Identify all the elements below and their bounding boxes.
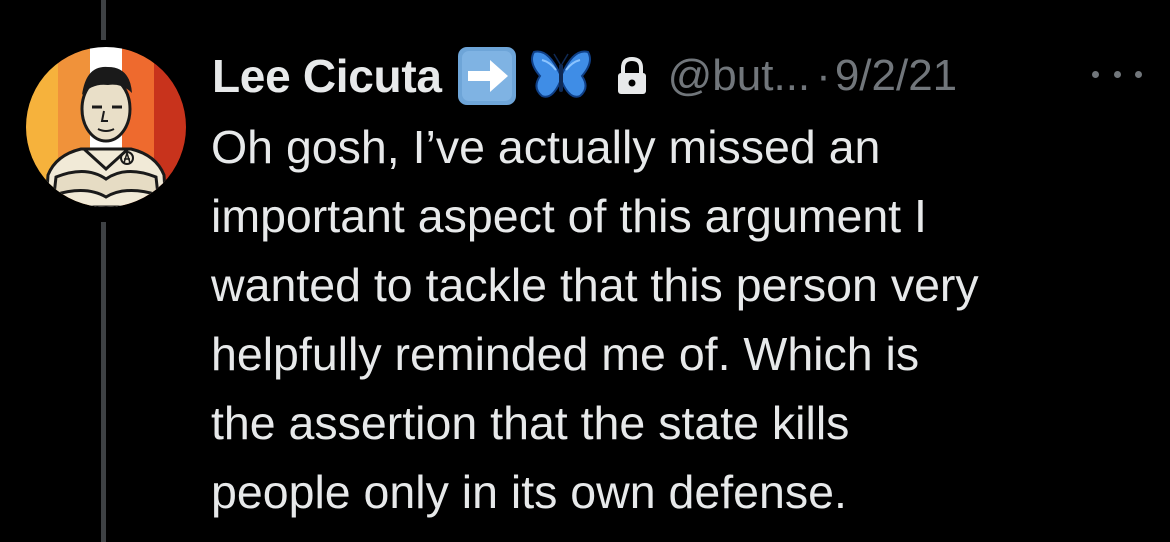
thread-line-bottom xyxy=(101,222,106,542)
tweet-date[interactable]: 9/2/21 xyxy=(835,51,957,101)
lock-icon xyxy=(614,56,650,96)
butterfly-emoji-icon xyxy=(530,48,592,104)
more-options-button[interactable] xyxy=(1092,56,1142,92)
arrow-right-emoji-icon xyxy=(456,45,518,107)
tweet-text-line: important aspect of this argument I xyxy=(211,190,927,242)
tweet-header: Lee Cicuta @but... · 9/2/21 xyxy=(212,44,957,108)
tweet-text-line: helpfully reminded me of. Which is xyxy=(211,328,920,380)
tweet-text-line: Oh gosh, I’ve actually missed an xyxy=(211,121,881,173)
separator-dot: · xyxy=(816,51,831,100)
tweet-text-line: wanted to tackle that this person very xyxy=(211,259,979,311)
avatar[interactable] xyxy=(26,47,186,207)
tweet-text-line: the assertion that the state kills xyxy=(211,397,850,449)
thread-line-top xyxy=(101,0,106,40)
display-name[interactable]: Lee Cicuta xyxy=(212,49,442,103)
user-handle[interactable]: @but... xyxy=(668,51,811,101)
tweet-text: Oh gosh, I’ve actually missed an importa… xyxy=(211,113,1151,527)
more-horizontal-icon xyxy=(1092,70,1099,78)
avatar-image xyxy=(26,47,186,207)
tweet-text-line: people only in its own defense. xyxy=(211,466,847,518)
